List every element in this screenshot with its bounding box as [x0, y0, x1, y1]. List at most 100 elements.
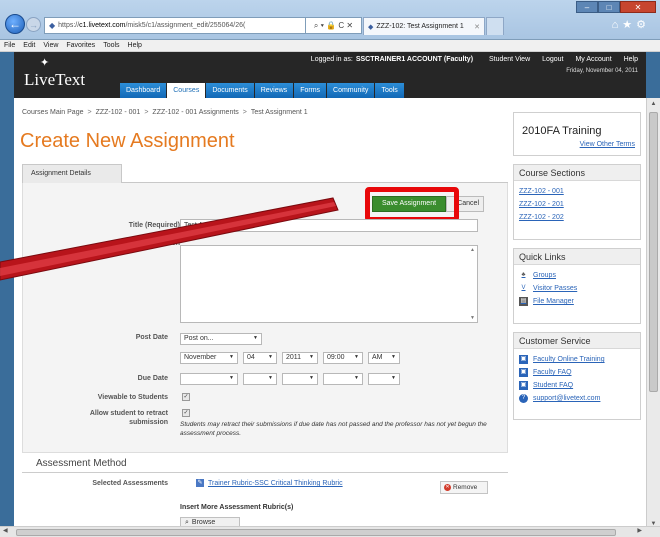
livetext-logo[interactable]: LiveText — [24, 70, 85, 90]
view-other-terms-link[interactable]: View Other Terms — [580, 141, 635, 148]
faculty-faq-label: Faculty FAQ — [533, 369, 572, 376]
horizontal-scrollbar[interactable]: ◀ ▶ — [0, 526, 660, 537]
maximize-button[interactable]: □ — [598, 1, 620, 13]
breadcrumb-section[interactable]: ZZZ-102 - 001 — [96, 109, 141, 116]
due-day-select[interactable]: ▼ — [243, 373, 277, 385]
browser-chrome: – □ ✕ ← → ◆ https://c1.livetext.com/misk… — [0, 0, 660, 40]
chevron-down-icon: ▼ — [268, 354, 273, 360]
url-path: /misk5/c1/assignment_edit/255064/26( — [125, 22, 246, 29]
page-content: Courses Main Page > ZZZ-102 - 001 > ZZZ-102 … — [14, 98, 646, 530]
nav-community[interactable]: Community — [327, 83, 375, 98]
description-textarea[interactable]: ▲ ▼ — [180, 245, 478, 323]
menu-help[interactable]: Help — [128, 42, 142, 49]
scroll-right-icon[interactable]: ▶ — [637, 527, 642, 534]
textarea-scroll-down-icon[interactable]: ▼ — [470, 315, 475, 321]
due-time-select[interactable]: ▼ — [323, 373, 363, 385]
scroll-up-icon[interactable]: ▲ — [647, 98, 660, 110]
post-year-select[interactable]: 2011 ▼ — [282, 352, 318, 364]
main-nav: Dashboard Courses Documents Reviews Form… — [120, 83, 405, 98]
address-bar-controls[interactable]: ⌕ ▾ 🔒 C ✕ — [306, 17, 362, 34]
course-sections-box: Course Sections ZZZ-102 - 001 ZZZ-102 - … — [513, 164, 641, 240]
scroll-left-icon[interactable]: ◀ — [3, 527, 8, 534]
url-prefix: https:// — [58, 22, 80, 29]
nav-forms[interactable]: Forms — [294, 83, 327, 98]
customer-service-box: Customer Service ▣ Faculty Online Trainin… — [513, 332, 641, 420]
groups-icon: ♣ — [521, 272, 526, 278]
student-view-link[interactable]: Student View — [489, 56, 530, 63]
textarea-scroll-up-icon[interactable]: ▲ — [470, 247, 475, 253]
menu-view[interactable]: View — [43, 42, 58, 49]
nav-tools[interactable]: Tools — [375, 83, 404, 98]
post-time-value: 09:00 — [327, 354, 345, 361]
visitor-passes-link[interactable]: V Visitor Passes — [519, 282, 635, 295]
post-day-value: 04 — [247, 354, 255, 361]
post-day-select[interactable]: 04 ▼ — [243, 352, 277, 364]
breadcrumb-assignments[interactable]: ZZZ-102 - 001 Assignments — [152, 109, 238, 116]
faculty-training-label: Faculty Online Training — [533, 356, 605, 363]
viewable-checkbox[interactable]: ✓ — [182, 393, 190, 401]
breadcrumb-courses-main[interactable]: Courses Main Page — [22, 109, 83, 116]
url-host: c1.livetext.com — [79, 22, 126, 29]
menu-favorites[interactable]: Favorites — [66, 42, 95, 49]
groups-link[interactable]: ♣ Groups — [519, 269, 635, 282]
title-input[interactable]: Test Assignment 1 — [180, 219, 478, 232]
nav-reviews[interactable]: Reviews — [254, 83, 294, 98]
close-window-button[interactable]: ✕ — [620, 1, 656, 13]
post-month-value: November — [184, 354, 217, 361]
due-month-select[interactable]: ▼ — [180, 373, 238, 385]
support-email-label: support@livetext.com — [533, 395, 601, 402]
browse-label: Browse — [191, 519, 216, 526]
file-manager-link[interactable]: ▤ File Manager — [519, 295, 635, 308]
vertical-scrollbar[interactable]: ▲ ▼ — [646, 98, 660, 530]
post-year-value: 2011 — [286, 354, 302, 361]
nav-courses[interactable]: Courses — [167, 83, 206, 98]
student-faq-link[interactable]: ▣ Student FAQ — [519, 379, 635, 392]
tab-assignment-details[interactable]: Assignment Details — [22, 164, 122, 183]
my-account-link[interactable]: My Account — [575, 56, 611, 63]
faq-icon: ▣ — [519, 381, 528, 390]
tab-title: ZZZ-102: Test Assignment 1 — [376, 23, 464, 30]
back-button[interactable]: ← — [5, 14, 25, 34]
minimize-button[interactable]: – — [576, 1, 598, 13]
logout-link[interactable]: Logout — [542, 56, 563, 63]
menu-edit[interactable]: Edit — [23, 42, 35, 49]
logged-in-prefix: Logged in as: — [310, 56, 353, 63]
breadcrumb-separator: > — [242, 109, 247, 116]
faq-icon: ▣ — [519, 368, 528, 377]
menu-file[interactable]: File — [4, 42, 15, 49]
horizontal-scroll-thumb[interactable] — [16, 529, 616, 536]
faculty-training-link[interactable]: ▣ Faculty Online Training — [519, 353, 635, 366]
address-bar[interactable]: ◆ https://c1.livetext.com/misk5/c1/assig… — [44, 17, 306, 34]
nav-dashboard[interactable]: Dashboard — [120, 83, 167, 98]
faculty-faq-link[interactable]: ▣ Faculty FAQ — [519, 366, 635, 379]
vertical-scroll-thumb[interactable] — [649, 112, 658, 392]
file-manager-icon: ▤ — [519, 297, 528, 306]
help-link[interactable]: Help — [624, 56, 638, 63]
section-link-001[interactable]: ZZZ-102 - 001 — [519, 185, 635, 198]
due-ampm-select[interactable]: ▼ — [368, 373, 400, 385]
title-label: Title (Required) — [128, 222, 180, 229]
support-email-link[interactable]: ? support@livetext.com — [519, 392, 635, 405]
site-favicon-icon: ◆ — [49, 21, 56, 30]
rubric-link[interactable]: Trainer Rubric-SSC Critical Thinking Rub… — [208, 480, 343, 487]
nav-documents[interactable]: Documents — [206, 83, 254, 98]
section-link-201[interactable]: ZZZ-102 - 201 — [519, 198, 635, 211]
post-month-select[interactable]: November ▼ — [180, 352, 238, 364]
new-tab-button[interactable] — [486, 17, 504, 35]
browser-tab[interactable]: ◆ ZZZ-102: Test Assignment 1 ✕ — [363, 17, 485, 35]
post-ampm-select[interactable]: AM ▼ — [368, 352, 400, 364]
due-year-select[interactable]: ▼ — [282, 373, 318, 385]
chevron-down-icon: ▼ — [354, 354, 359, 360]
visitor-passes-label: Visitor Passes — [533, 285, 578, 292]
menu-tools[interactable]: Tools — [103, 42, 119, 49]
remove-rubric-button[interactable]: ✕ Remove — [440, 481, 488, 494]
forward-button[interactable]: → — [26, 17, 41, 32]
post-mode-select[interactable]: Post on... ▼ — [180, 333, 262, 345]
quick-links-heading: Quick Links — [514, 249, 640, 265]
post-time-select[interactable]: 09:00 ▼ — [323, 352, 363, 364]
chevron-down-icon: ▼ — [229, 354, 234, 360]
section-link-202[interactable]: ZZZ-102 - 202 — [519, 211, 635, 224]
retract-checkbox[interactable]: ✓ — [182, 409, 190, 417]
tab-close-icon[interactable]: ✕ — [474, 23, 480, 31]
browser-toolbar-icons[interactable]: ⌂★⚙ — [612, 18, 650, 31]
